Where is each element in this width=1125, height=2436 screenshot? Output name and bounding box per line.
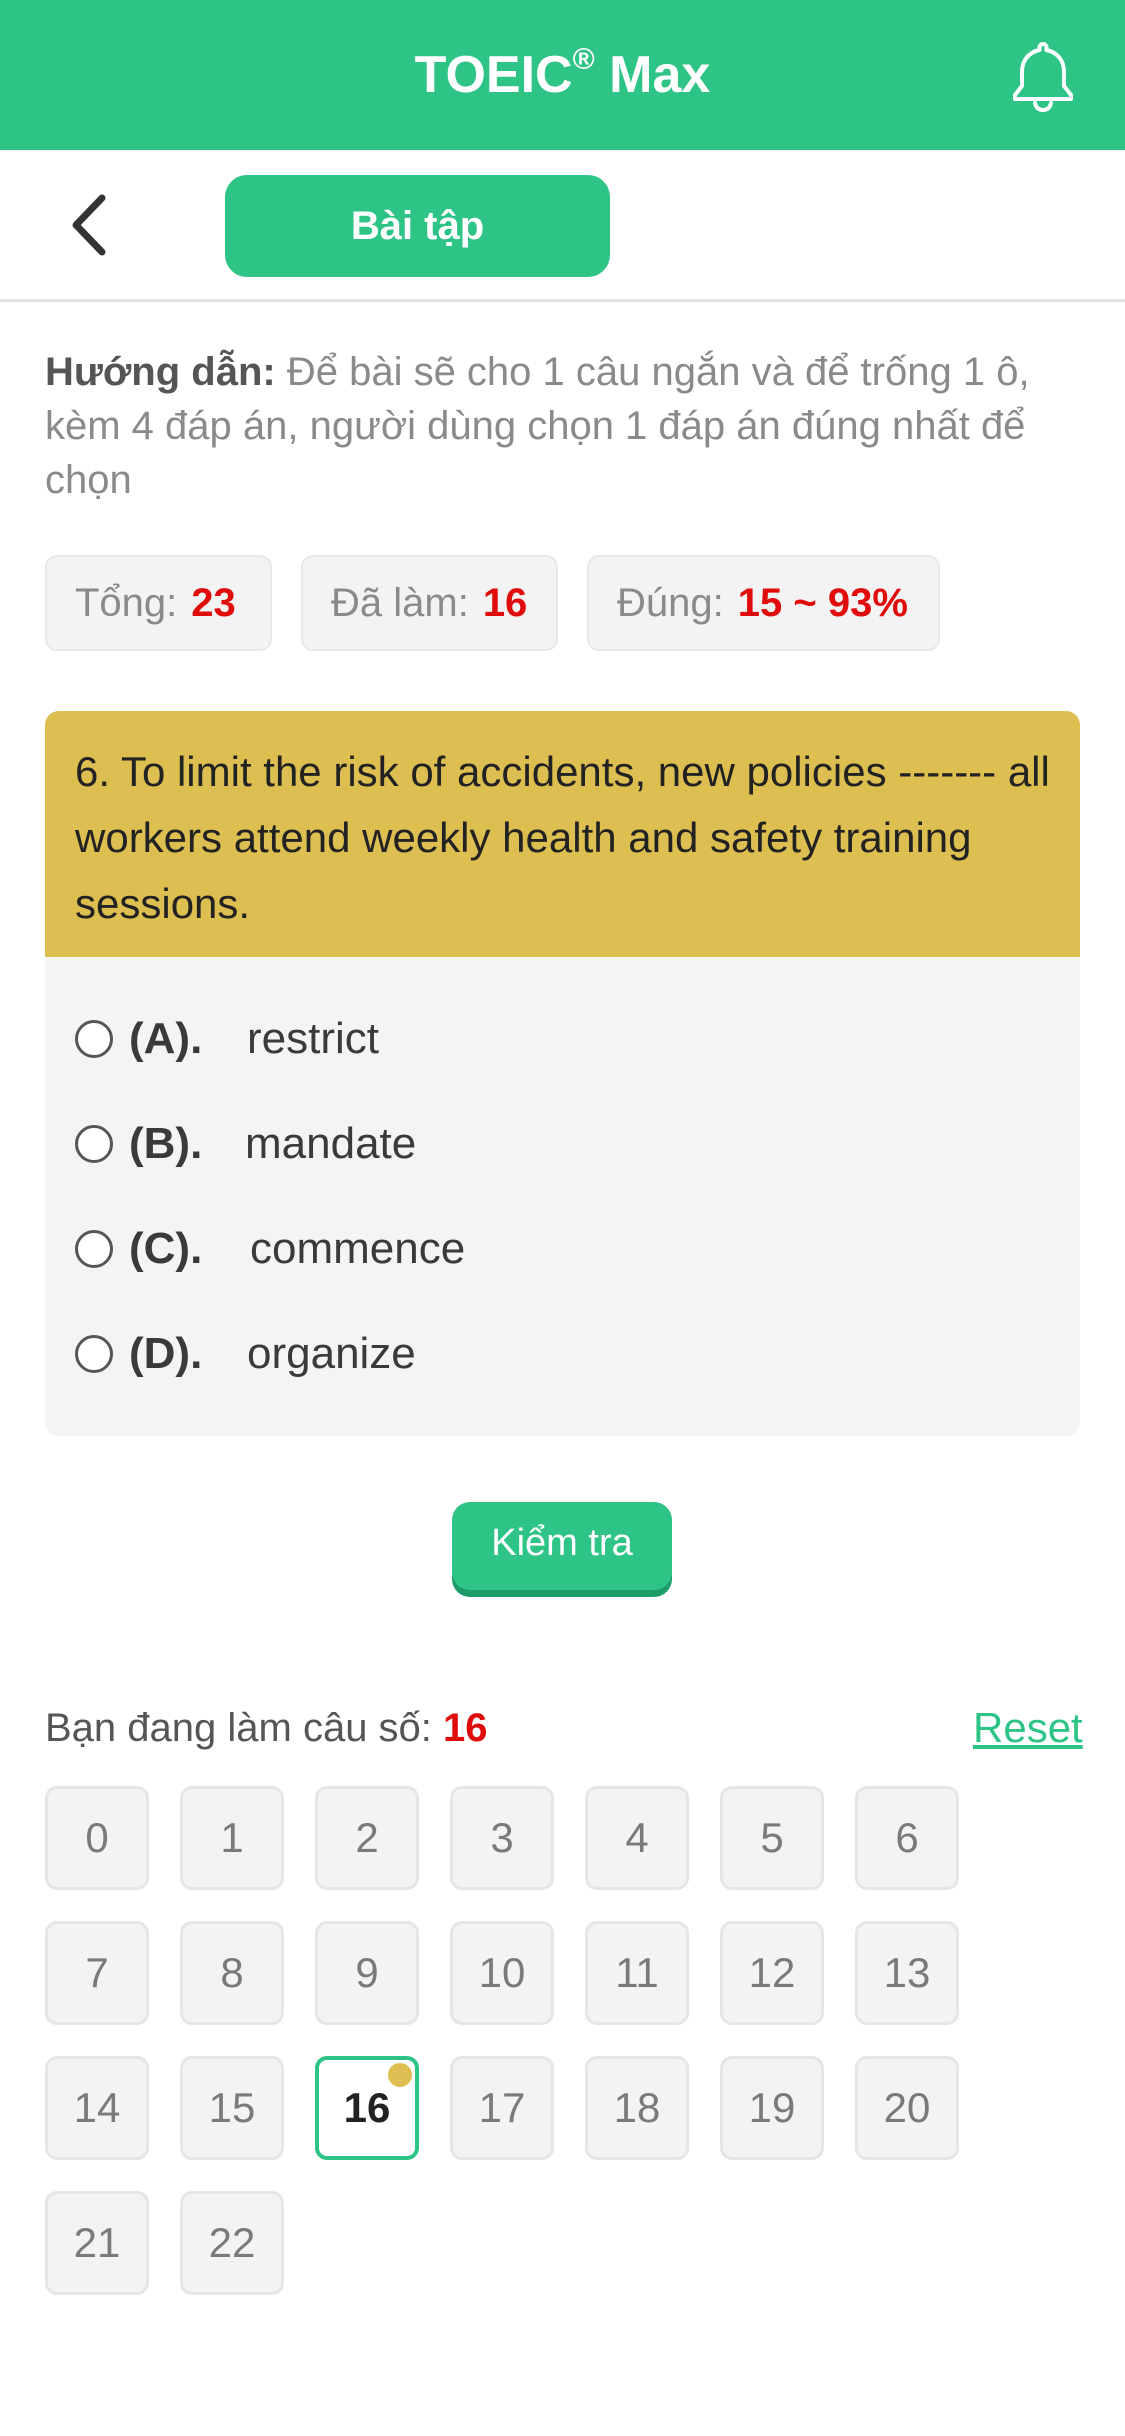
current-question-label: Bạn đang làm câu số: 16 — [45, 1706, 488, 1750]
question-cell-current[interactable]: 16 — [315, 2056, 419, 2160]
stat-correct: Đúng: 15 ~ 93% — [587, 555, 940, 651]
question-cell[interactable]: 1 — [180, 1786, 284, 1890]
radio-button[interactable] — [75, 1230, 113, 1268]
stat-done: Đã làm: 16 — [301, 555, 558, 651]
top-bar: TOEIC® Max — [0, 0, 1125, 150]
question-cell[interactable]: 18 — [585, 2056, 689, 2160]
question-cell[interactable]: 9 — [315, 1921, 419, 2025]
question-cell[interactable]: 0 — [45, 1786, 149, 1890]
tab-exercise[interactable]: Bài tập — [225, 175, 610, 277]
question-cell[interactable]: 14 — [45, 2056, 149, 2160]
question-card: 6. To limit the risk of accidents, new p… — [45, 711, 1080, 1436]
option-d[interactable]: (D). organize — [75, 1314, 1055, 1394]
question-cell[interactable]: 4 — [585, 1786, 689, 1890]
reset-link[interactable]: Reset — [973, 1700, 1083, 1756]
question-cell[interactable]: 17 — [450, 2056, 554, 2160]
sub-header: Bài tập — [0, 150, 1125, 302]
radio-button[interactable] — [75, 1125, 113, 1163]
instructions-label: Hướng dẫn: — [45, 350, 276, 394]
radio-button[interactable] — [75, 1020, 113, 1058]
question-cell[interactable]: 21 — [45, 2191, 149, 2295]
option-a[interactable]: (A). restrict — [75, 999, 1055, 1079]
check-button[interactable]: Kiểm tra — [452, 1502, 672, 1590]
stat-total: Tổng: 23 — [45, 555, 272, 651]
question-cell[interactable]: 5 — [720, 1786, 824, 1890]
question-cell[interactable]: 12 — [720, 1921, 824, 2025]
chevron-left-icon[interactable] — [64, 190, 114, 260]
question-cell[interactable]: 15 — [180, 2056, 284, 2160]
question-cell[interactable]: 22 — [180, 2191, 284, 2295]
question-cell[interactable]: 8 — [180, 1921, 284, 2025]
question-cell[interactable]: 11 — [585, 1921, 689, 2025]
question-cell[interactable]: 13 — [855, 1921, 959, 2025]
question-cell[interactable]: 3 — [450, 1786, 554, 1890]
current-marker-dot — [388, 2063, 412, 2087]
question-text: 6. To limit the risk of accidents, new p… — [45, 711, 1080, 957]
question-cell[interactable]: 19 — [720, 2056, 824, 2160]
question-cell[interactable]: 20 — [855, 2056, 959, 2160]
question-cell[interactable]: 10 — [450, 1921, 554, 2025]
app-title: TOEIC® Max — [414, 43, 711, 104]
radio-button[interactable] — [75, 1335, 113, 1373]
option-b[interactable]: (B). mandate — [75, 1104, 1055, 1184]
question-cell[interactable]: 7 — [45, 1921, 149, 2025]
instructions: Hướng dẫn: Để bài sẽ cho 1 câu ngắn và đ… — [45, 345, 1085, 507]
option-c[interactable]: (C). commence — [75, 1209, 1055, 1289]
bell-icon[interactable] — [1010, 40, 1076, 112]
question-cell[interactable]: 2 — [315, 1786, 419, 1890]
question-cell[interactable]: 6 — [855, 1786, 959, 1890]
